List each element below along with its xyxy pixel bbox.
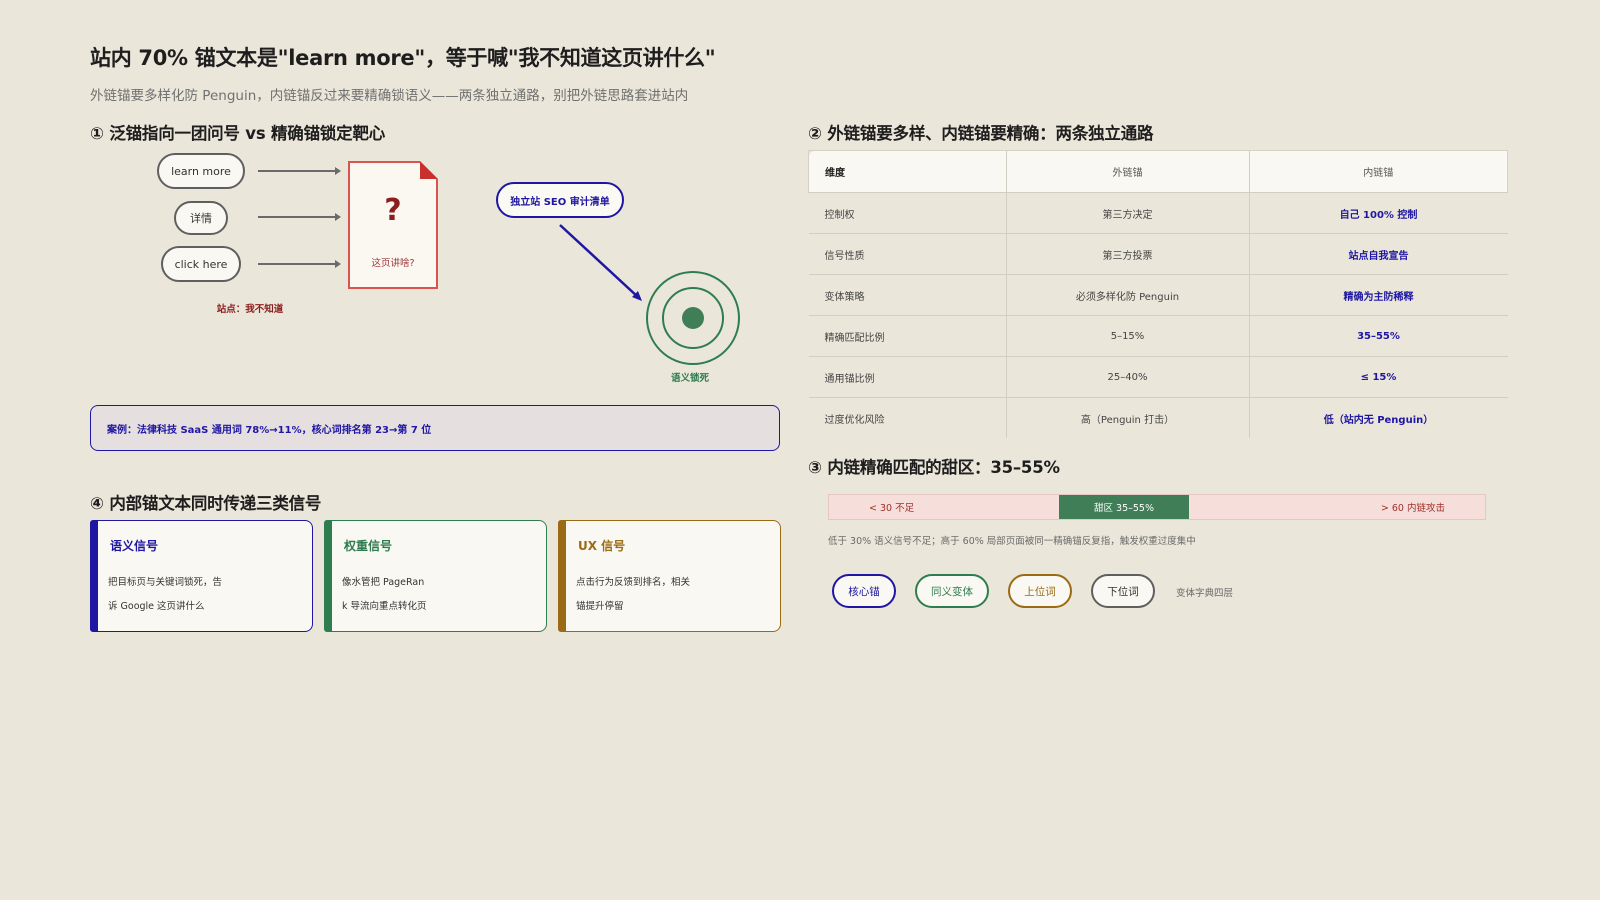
page-subtitle: 外链锚要多样化防 Penguin，内链锚反过来要精确锁语义——两条独立通路，别把… <box>90 88 689 104</box>
table-cell-dimension: 过度优化风险 <box>808 397 1006 438</box>
generic-anchor-pill: 详情 <box>174 201 228 235</box>
table-cell-external: 必须多样化防 Penguin <box>1005 274 1249 316</box>
bar-segment-low: < 30 不足 <box>829 495 1059 519</box>
generic-arrow <box>258 213 341 221</box>
table-cell-internal: ≤ 15% <box>1248 356 1508 398</box>
target-bullseye-icon <box>682 307 704 329</box>
site-confusion-caption: 站点：我不知道 <box>216 304 284 315</box>
comparison-table: 维度 外链锚 内链锚 控制权 第三方决定 自己 100% 控制 信号性质 第三方… <box>808 150 1508 438</box>
table-cell-dimension: 精确匹配比例 <box>808 315 1006 357</box>
case-study-callout: 案例：法律科技 SaaS 通用词 78%→11%，核心词排名第 23→第 7 位 <box>90 405 780 451</box>
table-header-row: 维度 外链锚 内链锚 <box>808 150 1508 193</box>
table-row: 通用锚比例 25–40% ≤ 15% <box>808 356 1508 398</box>
card-body-line: 把目标页与关键词锁死，告 <box>108 577 223 588</box>
panel2-heading: ② 外链锚要多样、内链锚要精确：两条独立通路 <box>808 124 1154 143</box>
card-body-line: 诉 Google 这页讲什么 <box>108 601 205 612</box>
sweet-spot-note: 低于 30% 语义信号不足；高于 60% 局部页面被同一精确锚反复指，触发权重过… <box>828 536 1196 547</box>
document-fold-icon <box>420 161 438 179</box>
panel4-heading: ④ 内部锚文本同时传递三类信号 <box>90 494 322 513</box>
signal-card-weight: 权重信号 像水管把 PageRan k 导流向重点转化页 <box>324 520 547 632</box>
table-row: 精确匹配比例 5–15% 35–55% <box>808 315 1508 357</box>
case-study-text: 案例：法律科技 SaaS 通用词 78%→11%，核心词排名第 23→第 7 位 <box>107 424 432 436</box>
target-caption: 语义锁死 <box>670 373 709 384</box>
table-cell-internal: 低（站内无 Penguin） <box>1248 397 1508 438</box>
table-cell-dimension: 变体策略 <box>808 274 1006 316</box>
card-title: UX 信号 <box>578 539 626 553</box>
card-body-line: 像水管把 PageRan <box>342 577 425 588</box>
sweet-spot-bar: < 30 不足 甜区 35–55% > 60 内链攻击 <box>828 494 1486 520</box>
generic-arrow <box>258 167 341 175</box>
card-body: 把目标页与关键词锁死，告 诉 Google 这页讲什么 <box>108 571 318 619</box>
generic-anchor-pill: learn more <box>157 153 245 189</box>
table-cell-internal: 站点自我宣告 <box>1248 233 1508 275</box>
table-row: 控制权 第三方决定 自己 100% 控制 <box>808 192 1508 234</box>
column-header: 外链锚 <box>1005 150 1249 193</box>
card-body: 像水管把 PageRan k 导流向重点转化页 <box>342 571 552 619</box>
table-cell-internal: 精确为主防稀释 <box>1248 274 1508 316</box>
table-cell-external: 第三方决定 <box>1005 192 1249 234</box>
card-body-line: 锚提升停留 <box>576 601 624 612</box>
table-cell-external: 第三方投票 <box>1005 233 1249 275</box>
panel1-heading: ① 泛锚指向一团问号 vs 精确锚锁定靶心 <box>90 124 386 143</box>
chip-note: 变体字典四层 <box>1176 588 1234 599</box>
generic-anchor-pill: click here <box>161 246 241 282</box>
precise-arrow <box>559 224 639 298</box>
panel3-heading: ③ 内链精确匹配的甜区：35–55% <box>808 458 1060 477</box>
generic-arrow <box>258 260 341 268</box>
table-cell-external: 25–40% <box>1005 356 1249 398</box>
table-row: 变体策略 必须多样化防 Penguin 精确为主防稀释 <box>808 274 1508 316</box>
table-cell-external: 5–15% <box>1005 315 1249 357</box>
bar-segment-sweet-spot: 甜区 35–55% <box>1059 495 1189 519</box>
table-row: 信号性质 第三方投票 站点自我宣告 <box>808 233 1508 275</box>
table-cell-internal: 35–55% <box>1248 315 1508 357</box>
chip-hypernym: 上位词 <box>1008 574 1072 608</box>
precise-link-graphic <box>559 224 740 365</box>
card-body-line: 点击行为反馈到排名，相关 <box>576 577 691 588</box>
page-title: 站内 70% 锚文本是"learn more"，等于喊"我不知道这页讲什么" <box>90 46 716 70</box>
question-mark-icon: ? <box>384 193 402 228</box>
card-title: 语义信号 <box>110 539 159 553</box>
card-title: 权重信号 <box>344 539 393 553</box>
table-cell-dimension: 通用锚比例 <box>808 356 1006 398</box>
table-row: 过度优化风险 高（Penguin 打击） 低（站内无 Penguin） <box>808 397 1508 438</box>
column-header: 维度 <box>808 150 1006 193</box>
card-body: 点击行为反馈到排名，相关 锚提升停留 <box>576 571 786 619</box>
chip-synonym-variant: 同义变体 <box>915 574 989 608</box>
table-cell-dimension: 控制权 <box>808 192 1006 234</box>
chip-hyponym: 下位词 <box>1091 574 1155 608</box>
table-cell-external: 高（Penguin 打击） <box>1005 397 1249 438</box>
chip-core-anchor: 核心锚 <box>832 574 896 608</box>
signal-card-ux: UX 信号 点击行为反馈到排名，相关 锚提升停留 <box>558 520 781 632</box>
bar-segment-high: > 60 内链攻击 <box>1189 495 1485 519</box>
card-body-line: k 导流向重点转化页 <box>342 601 427 612</box>
table-cell-dimension: 信号性质 <box>808 233 1006 275</box>
signal-card-semantic: 语义信号 把目标页与关键词锁死，告 诉 Google 这页讲什么 <box>90 520 313 632</box>
document-label: 这页讲啥? <box>371 258 415 269</box>
unclear-page-document: ? 这页讲啥? <box>348 161 438 289</box>
table-cell-internal: 自己 100% 控制 <box>1248 192 1508 234</box>
column-header: 内链锚 <box>1248 150 1508 193</box>
